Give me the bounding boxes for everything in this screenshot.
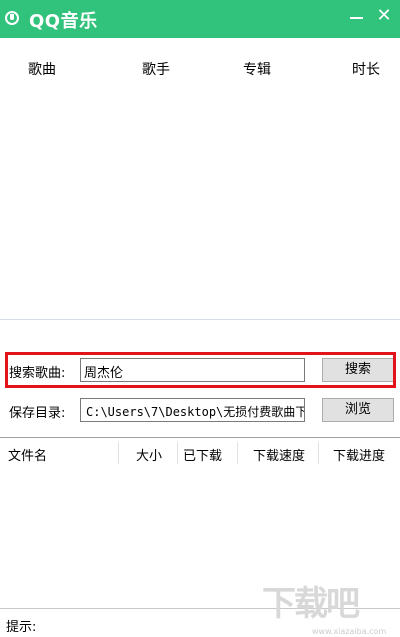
watermark-text: 下载吧 bbox=[262, 584, 360, 624]
song-list-divider bbox=[0, 319, 400, 320]
title-bar: QQ音乐 ✕ bbox=[0, 0, 400, 38]
save-dir-input[interactable]: C:\Users\7\Desktop\无损付费歌曲下载 bbox=[80, 398, 305, 422]
search-input[interactable]: 周杰伦 bbox=[80, 358, 305, 382]
watermark-url: www.xiazaiba.com bbox=[312, 627, 387, 636]
column-progress[interactable]: 下载进度 bbox=[333, 445, 385, 464]
status-label: 提示: bbox=[6, 620, 37, 635]
column-song[interactable]: 歌曲 bbox=[28, 59, 56, 79]
search-label: 搜索歌曲: bbox=[9, 366, 66, 381]
close-button[interactable]: ✕ bbox=[372, 4, 396, 28]
column-separator bbox=[318, 442, 319, 464]
qq-music-logo-icon bbox=[5, 11, 19, 25]
download-list-header: 文件名 大小 已下载 下载速度 下载进度 bbox=[0, 438, 400, 466]
column-separator bbox=[177, 442, 178, 464]
column-downloaded[interactable]: 已下载 bbox=[183, 445, 222, 464]
minimize-button[interactable] bbox=[344, 4, 368, 28]
column-separator bbox=[237, 442, 238, 464]
close-icon: ✕ bbox=[376, 5, 392, 26]
column-speed[interactable]: 下载速度 bbox=[253, 445, 305, 464]
column-album[interactable]: 专辑 bbox=[243, 59, 271, 79]
column-separator bbox=[118, 442, 119, 464]
song-list-header: 歌曲 歌手 专辑 时长 bbox=[0, 38, 400, 96]
minimize-icon bbox=[350, 17, 363, 19]
column-artist[interactable]: 歌手 bbox=[142, 59, 170, 79]
browse-button[interactable]: 浏览 bbox=[322, 398, 394, 422]
column-size[interactable]: 大小 bbox=[136, 445, 162, 464]
column-duration[interactable]: 时长 bbox=[352, 59, 380, 79]
search-button[interactable]: 搜索 bbox=[322, 358, 394, 382]
save-dir-label: 保存目录: bbox=[9, 406, 66, 421]
column-filename[interactable]: 文件名 bbox=[8, 445, 47, 464]
app-title: QQ音乐 bbox=[29, 11, 98, 32]
